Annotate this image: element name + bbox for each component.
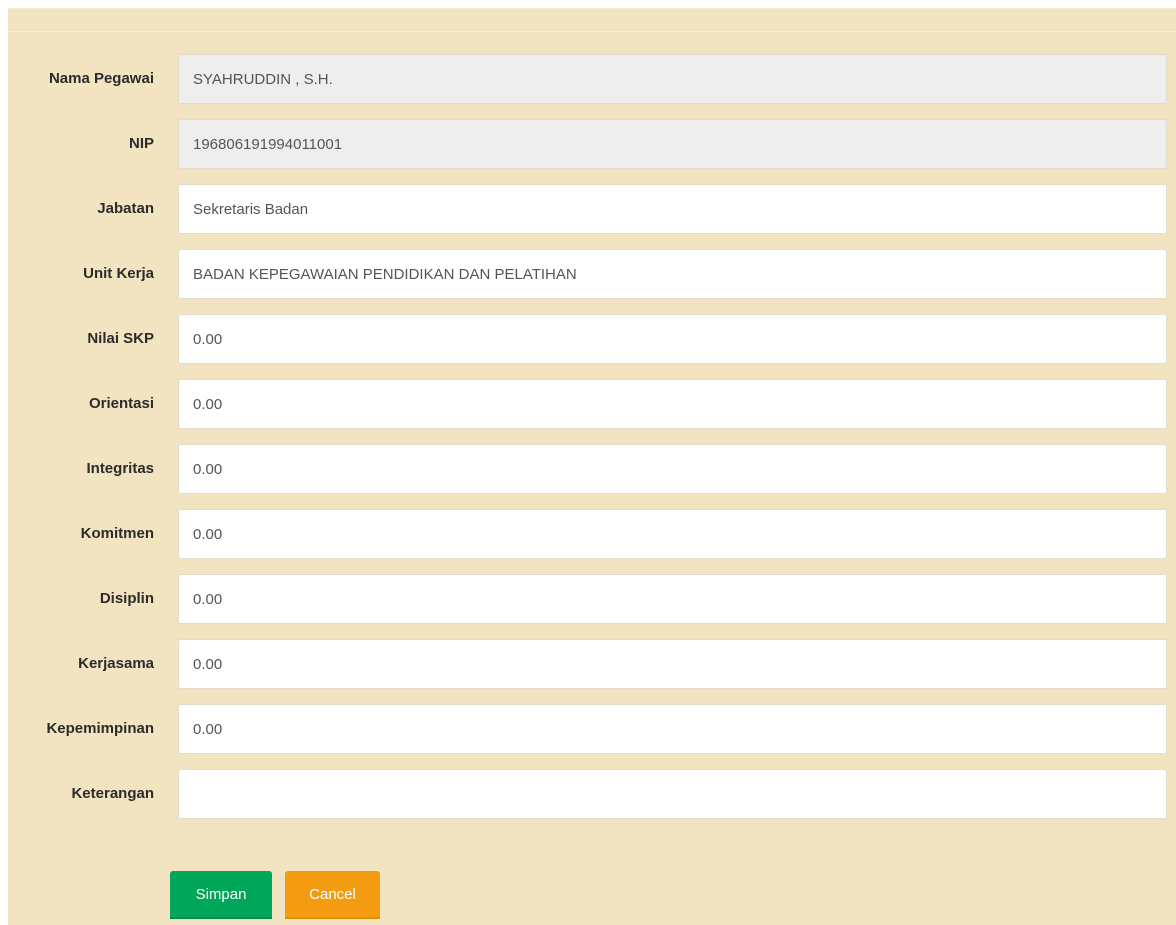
row-nip: NIP	[8, 119, 1176, 169]
label-disiplin: Disiplin	[99, 590, 154, 607]
row-nama-pegawai: Nama Pegawai	[8, 54, 1176, 104]
row-komitmen: Komitmen	[8, 509, 1176, 559]
row-disiplin: Disiplin	[8, 574, 1176, 624]
nama-pegawai-field[interactable]	[178, 54, 1167, 104]
keterangan-field[interactable]	[178, 769, 1167, 819]
label-integritas: Integritas	[86, 460, 154, 477]
save-button[interactable]: Simpan	[170, 871, 272, 919]
label-jabatan: Jabatan	[97, 200, 154, 217]
label-komitmen: Komitmen	[80, 525, 154, 542]
row-nilai-skp: Nilai SKP	[8, 314, 1176, 364]
row-kepemimpinan: Kepemimpinan	[8, 704, 1176, 754]
label-keterangan: Keterangan	[71, 785, 154, 802]
nip-field[interactable]	[178, 119, 1167, 169]
unit-kerja-field[interactable]	[178, 249, 1167, 299]
komitmen-field[interactable]	[178, 509, 1167, 559]
label-kerjasama: Kerjasama	[78, 655, 154, 672]
label-orientasi: Orientasi	[88, 395, 154, 412]
label-unit-kerja: Unit Kerja	[83, 265, 154, 282]
row-integritas: Integritas	[8, 444, 1176, 494]
row-unit-kerja: Unit Kerja	[8, 249, 1176, 299]
label-kepemimpinan: Kepemimpinan	[46, 720, 154, 737]
row-orientasi: Orientasi	[8, 379, 1176, 429]
cancel-button[interactable]: Cancel	[285, 871, 380, 919]
form-panel: Nama Pegawai NIP Jabatan Unit Kerja Nila…	[8, 8, 1176, 925]
integritas-field[interactable]	[178, 444, 1167, 494]
label-nilai-skp: Nilai SKP	[87, 330, 154, 347]
row-jabatan: Jabatan	[8, 184, 1176, 234]
jabatan-field[interactable]	[178, 184, 1167, 234]
row-keterangan: Keterangan	[8, 769, 1176, 819]
disiplin-field[interactable]	[178, 574, 1167, 624]
orientasi-field[interactable]	[178, 379, 1167, 429]
kerjasama-field[interactable]	[178, 639, 1167, 689]
nilai-skp-field[interactable]	[178, 314, 1167, 364]
panel-divider	[8, 31, 1176, 32]
label-nip: NIP	[128, 135, 154, 152]
row-kerjasama: Kerjasama	[8, 639, 1176, 689]
kepemimpinan-field[interactable]	[178, 704, 1167, 754]
label-nama-pegawai: Nama Pegawai	[48, 70, 154, 87]
